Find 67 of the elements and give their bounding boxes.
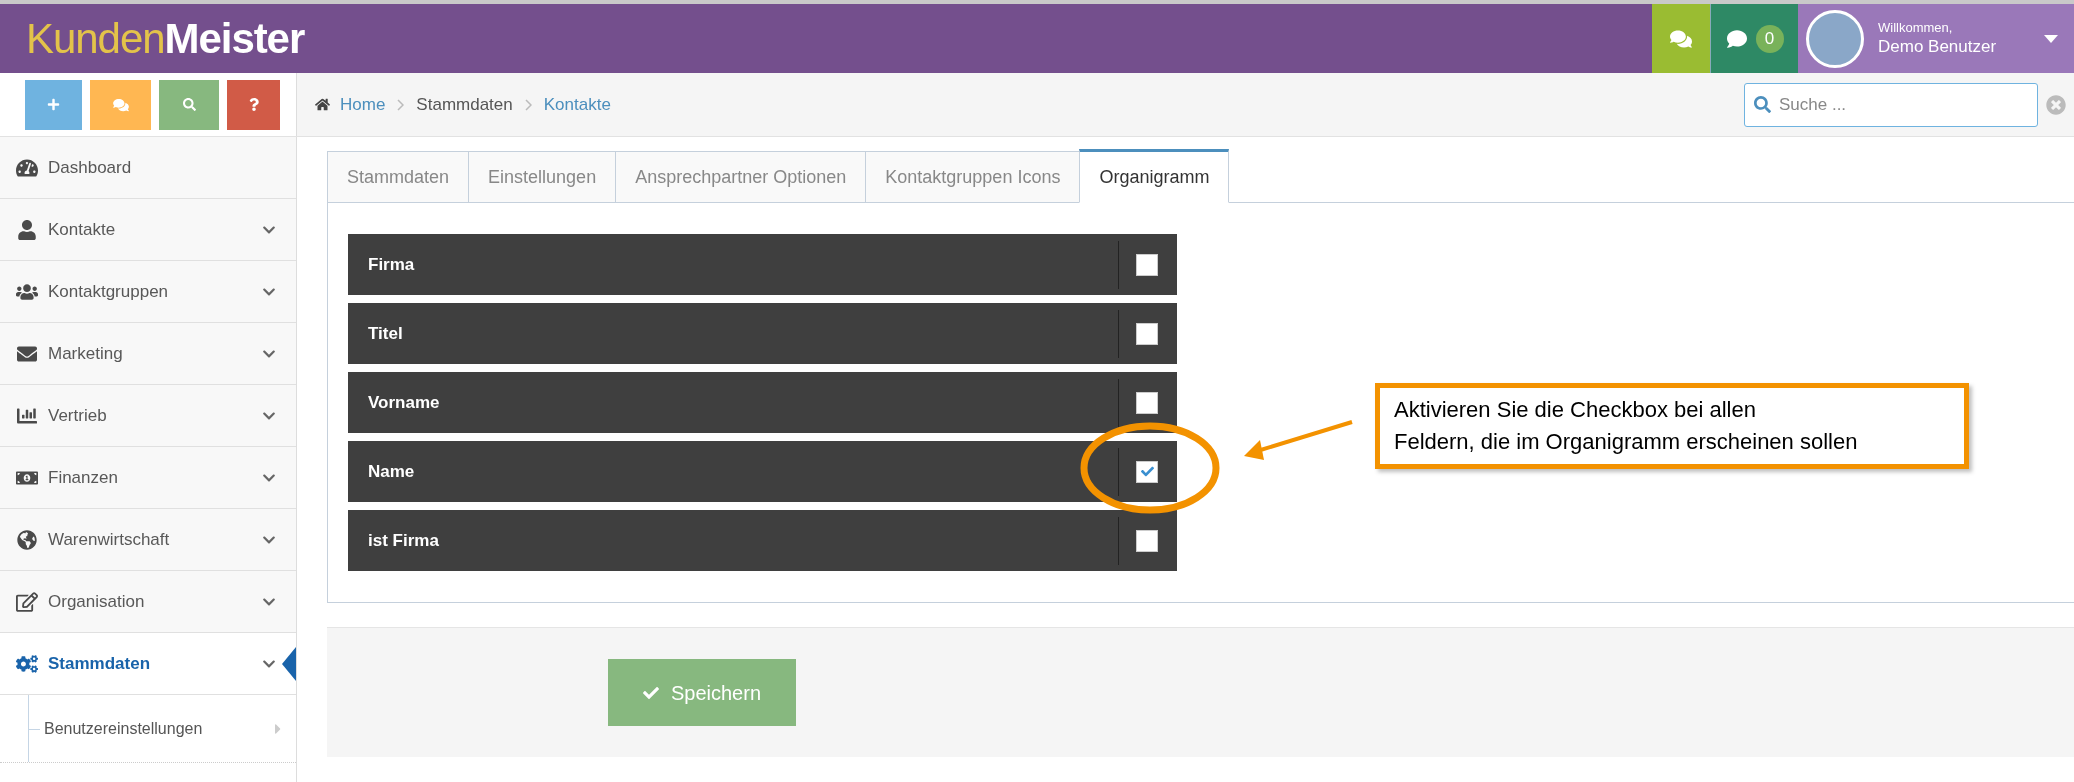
- caret-icon: [2044, 34, 2058, 43]
- checkbox[interactable]: [1136, 391, 1158, 414]
- user-name: Demo Benutzer: [1878, 36, 1997, 58]
- chat-icon: [112, 97, 129, 112]
- sidebar-label: Dashboard: [48, 156, 132, 179]
- sidebar-label: Kontaktgruppen: [48, 280, 169, 303]
- sidebar-item[interactable]: Warenwirtschaft: [0, 509, 296, 571]
- sidebar-label: Warenwirtschaft: [48, 528, 170, 551]
- callout-text: Feldern, die im Organigramm erscheinen sollen: [1394, 428, 1859, 456]
- sidebar-item[interactable]: Organisation: [0, 571, 296, 633]
- plus-icon: [47, 98, 60, 111]
- breadcrumb-link[interactable]: Stammdaten: [416, 91, 513, 118]
- sidebar-label: Marketing: [48, 342, 123, 365]
- dashboard-icon: [16, 157, 38, 178]
- callout-text: Aktivieren Sie die Checkbox bei allen: [1394, 396, 1757, 424]
- home-icon: [315, 97, 330, 112]
- users-icon: [16, 281, 38, 302]
- checkbox[interactable]: [1136, 253, 1158, 276]
- field-label: Titel: [368, 322, 403, 345]
- search-button[interactable]: [159, 79, 219, 130]
- edit-icon: [16, 591, 38, 612]
- sidebar-item[interactable]: Dashboard: [0, 137, 296, 199]
- sidebar-label: Stammdaten: [48, 652, 151, 675]
- sidebar-item[interactable]: Finanzen: [0, 447, 296, 509]
- sidebar-item[interactable]: Marketing: [0, 323, 296, 385]
- tab[interactable]: Stammdaten: [327, 151, 470, 203]
- search-icon: [1754, 95, 1771, 113]
- greeting-text: Willkommen,: [1878, 19, 1954, 36]
- sidebar-item[interactable]: Vertrieb: [0, 385, 296, 447]
- check-icon: [642, 684, 659, 701]
- chevron-right-icon: [524, 98, 532, 111]
- sidebar-item[interactable]: Kontakte: [0, 199, 296, 261]
- submenu-item[interactable]: Benutzereinstellungen: [44, 716, 203, 741]
- field-label: Firma: [368, 253, 415, 276]
- gears-icon: [16, 653, 38, 674]
- checkbox[interactable]: [1136, 529, 1158, 552]
- tab[interactable]: Einstellungen: [468, 151, 617, 203]
- field-label: Vorname: [368, 391, 440, 414]
- active-marker-icon: [282, 647, 296, 681]
- comment-icon: [1725, 28, 1748, 49]
- chat-icon: [1670, 28, 1692, 49]
- avatar: [1806, 9, 1864, 68]
- user-menu[interactable]: Willkommen, Demo Benutzer: [1798, 4, 2074, 73]
- globe-icon: [16, 529, 38, 550]
- question-icon: [248, 98, 259, 111]
- sidebar-label: Kontakte: [48, 218, 116, 241]
- app-logo: KundenMeister: [26, 14, 305, 64]
- help-button[interactable]: [227, 79, 280, 130]
- tab[interactable]: Ansprechpartner Optionen: [615, 151, 867, 203]
- tab[interactable]: Kontaktgruppen Icons: [865, 151, 1081, 203]
- user-icon: [16, 219, 38, 240]
- search-field[interactable]: Suche ...: [1744, 82, 2038, 127]
- chat-button[interactable]: [1652, 4, 1710, 73]
- sidebar-item[interactable]: Kontaktgruppen: [0, 261, 296, 323]
- field-label: ist Firma: [368, 529, 439, 552]
- sidebar-label: Vertrieb: [48, 404, 107, 427]
- chevron-right-icon: [397, 98, 405, 111]
- sidebar-label: Organisation: [48, 590, 145, 613]
- tab[interactable]: Organigramm: [1079, 149, 1230, 203]
- search-icon: [182, 98, 196, 111]
- sidebar-label: Finanzen: [48, 466, 118, 489]
- field-label: Name: [368, 460, 415, 483]
- count-badge: 0: [1755, 24, 1784, 53]
- checkbox[interactable]: [1136, 460, 1158, 483]
- add-button[interactable]: [25, 79, 82, 130]
- checkbox[interactable]: [1136, 322, 1158, 345]
- check-icon: [1140, 465, 1154, 478]
